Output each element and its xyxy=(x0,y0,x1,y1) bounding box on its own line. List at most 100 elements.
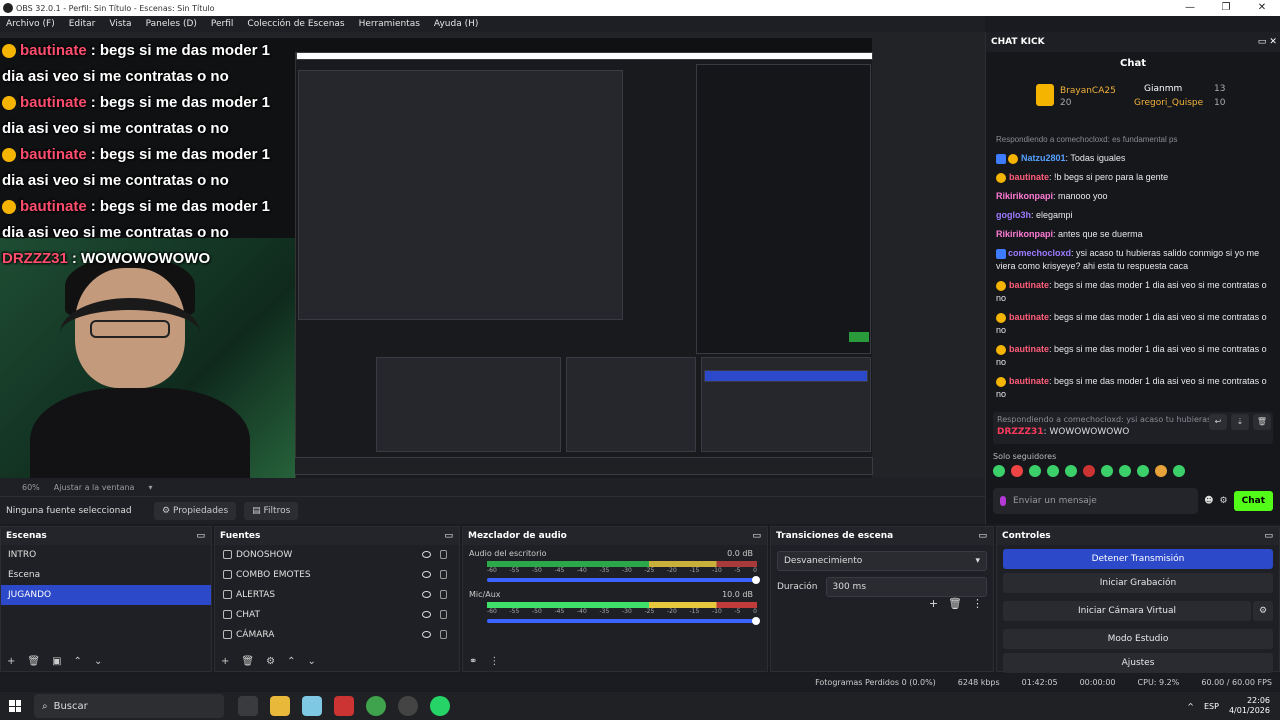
dock-controls[interactable]: ▭ ✕ xyxy=(1258,32,1280,52)
scene-item[interactable]: Escena xyxy=(1,565,211,585)
zoom-level[interactable]: 60% xyxy=(22,483,40,492)
eye-icon[interactable] xyxy=(422,591,431,598)
chat-user[interactable]: goglo3h xyxy=(996,210,1031,220)
delete-icon[interactable]: 🗑 xyxy=(1253,414,1271,430)
reply-icon[interactable]: ↩ xyxy=(1209,414,1227,430)
dock-float-icon[interactable]: ▭ xyxy=(444,527,453,545)
link-icon[interactable]: ⚭ xyxy=(469,656,477,667)
chat-user[interactable]: bautinate xyxy=(1009,280,1049,290)
menu-profile[interactable]: Perfil xyxy=(211,19,234,29)
up-icon[interactable]: ⌃ xyxy=(74,656,82,667)
hovered-message[interactable]: Respondiendo a comechocloxd: ysi acaso t… xyxy=(993,412,1273,444)
chat-user[interactable]: comechocloxd xyxy=(1008,248,1071,258)
down-icon[interactable]: ⌄ xyxy=(94,656,102,667)
dock-float-icon[interactable]: ▭ xyxy=(978,527,987,545)
chat-send-button[interactable]: Chat xyxy=(1233,491,1273,511)
chat-user[interactable]: Natzu2801 xyxy=(1021,153,1066,163)
emote-icon[interactable] xyxy=(1065,465,1077,477)
message-input[interactable]: Enviar un mensaje xyxy=(993,488,1199,514)
source-item[interactable]: ALERTAS xyxy=(215,585,459,605)
filters-button[interactable]: ▤ Filtros xyxy=(244,501,299,520)
chat-user[interactable]: Rikirikonpapi xyxy=(996,229,1053,239)
volume-slider[interactable] xyxy=(487,617,760,625)
emote-icon[interactable] xyxy=(1137,465,1149,477)
menu-view[interactable]: Vista xyxy=(109,19,131,29)
emote-icon[interactable] xyxy=(1173,465,1185,477)
add-icon[interactable]: + xyxy=(221,656,229,667)
emote-icon[interactable] xyxy=(993,465,1005,477)
emote-icon[interactable] xyxy=(1011,465,1023,477)
menu-docks[interactable]: Paneles (D) xyxy=(146,19,197,29)
chat-messages[interactable]: Respondiendo a comechocloxd: es fundamen… xyxy=(996,130,1271,404)
app-icon[interactable] xyxy=(334,696,354,716)
menu-scene-collection[interactable]: Colección de Escenas xyxy=(247,19,344,29)
menu-help[interactable]: Ayuda (H) xyxy=(434,19,478,29)
source-item[interactable]: CHAT xyxy=(215,605,459,625)
language-indicator[interactable]: ESP xyxy=(1204,702,1219,711)
lock-icon[interactable] xyxy=(440,570,447,579)
emote-icon[interactable] xyxy=(1083,465,1095,477)
emote-icon[interactable] xyxy=(1101,465,1113,477)
chat-user[interactable]: bautinate xyxy=(1009,312,1049,322)
lock-icon[interactable] xyxy=(440,550,447,559)
dock-float-icon[interactable]: ▭ xyxy=(196,527,205,545)
chat-user[interactable]: bautinate xyxy=(1009,376,1049,386)
smiley-icon[interactable]: ☻ xyxy=(1204,496,1213,506)
scene-item[interactable]: INTRO xyxy=(1,545,211,565)
scene-item-selected[interactable]: JUGANDO xyxy=(1,585,211,605)
up-icon[interactable]: ⌃ xyxy=(287,656,295,667)
volume-slider[interactable] xyxy=(487,576,760,584)
dock-float-icon[interactable]: ▭ xyxy=(752,527,761,545)
whatsapp-icon[interactable] xyxy=(430,696,450,716)
gear-icon[interactable]: ⚙ xyxy=(1253,601,1273,621)
chat-user[interactable]: bautinate xyxy=(1009,344,1049,354)
chat-user[interactable]: Rikirikonpapi xyxy=(996,191,1053,201)
chat-user[interactable]: bautinate xyxy=(1009,172,1049,182)
file-explorer-icon[interactable] xyxy=(270,696,290,716)
more-icon[interactable]: ⋮ xyxy=(489,656,499,667)
chat-user[interactable]: DRZZZ31 xyxy=(997,427,1044,437)
lock-icon[interactable] xyxy=(440,630,447,639)
task-view-icon[interactable] xyxy=(238,696,258,716)
eye-icon[interactable] xyxy=(422,551,431,558)
properties-button[interactable]: ⚙ Propiedades xyxy=(154,501,237,520)
fit-window-option[interactable]: Ajustar a la ventana xyxy=(54,483,135,492)
stop-streaming-button[interactable]: Detener Transmisión xyxy=(1003,549,1273,569)
lock-icon[interactable] xyxy=(440,610,447,619)
maximize-button[interactable]: ❐ xyxy=(1208,0,1244,16)
emote-icon[interactable] xyxy=(1029,465,1041,477)
eye-icon[interactable] xyxy=(422,611,431,618)
settings-button[interactable]: Ajustes xyxy=(1003,653,1273,673)
source-item[interactable]: CÁMARA xyxy=(215,625,459,645)
transition-select[interactable]: Desvanecimiento ▾ xyxy=(777,551,987,571)
preview-canvas[interactable]: bautinate: begs si me das moder 1 dia as… xyxy=(0,38,873,478)
pin-icon[interactable]: ⇣ xyxy=(1231,414,1249,430)
notepad-icon[interactable] xyxy=(302,696,322,716)
chevron-up-icon[interactable]: ^ xyxy=(1187,702,1194,711)
minimize-button[interactable]: — xyxy=(1172,0,1208,16)
duration-input[interactable]: 300 ms xyxy=(825,577,987,597)
settings-icon[interactable]: ⚙ xyxy=(1220,496,1228,506)
clock[interactable]: 22:06 4/01/2026 xyxy=(1229,696,1270,716)
menu-file[interactable]: Archivo (F) xyxy=(6,19,55,29)
close-button[interactable]: ✕ xyxy=(1244,0,1280,16)
more-icon[interactable]: ⋮ xyxy=(972,597,983,610)
chevron-down-icon[interactable]: ▾ xyxy=(148,483,152,492)
emote-icon[interactable] xyxy=(1155,465,1167,477)
eye-icon[interactable] xyxy=(422,571,431,578)
trash-icon[interactable]: 🗑 xyxy=(241,656,254,667)
menu-tools[interactable]: Herramientas xyxy=(359,19,420,29)
start-virtual-camera-button[interactable]: Iniciar Cámara Virtual xyxy=(1003,601,1251,621)
lock-icon[interactable] xyxy=(440,590,447,599)
obs-icon[interactable] xyxy=(398,696,418,716)
gear-icon[interactable]: ⚙ xyxy=(266,656,275,667)
emote-icon[interactable] xyxy=(1047,465,1059,477)
menu-edit[interactable]: Editar xyxy=(69,19,96,29)
chrome-icon[interactable] xyxy=(366,696,386,716)
source-item[interactable]: COMBO EMOTES xyxy=(215,565,459,585)
emote-icon[interactable] xyxy=(1119,465,1131,477)
add-icon[interactable]: + xyxy=(929,597,938,610)
filter-icon[interactable]: ▣ xyxy=(52,656,61,667)
preview-area[interactable]: bautinate: begs si me das moder 1 dia as… xyxy=(0,32,985,478)
trash-icon[interactable]: 🗑 xyxy=(948,597,962,610)
